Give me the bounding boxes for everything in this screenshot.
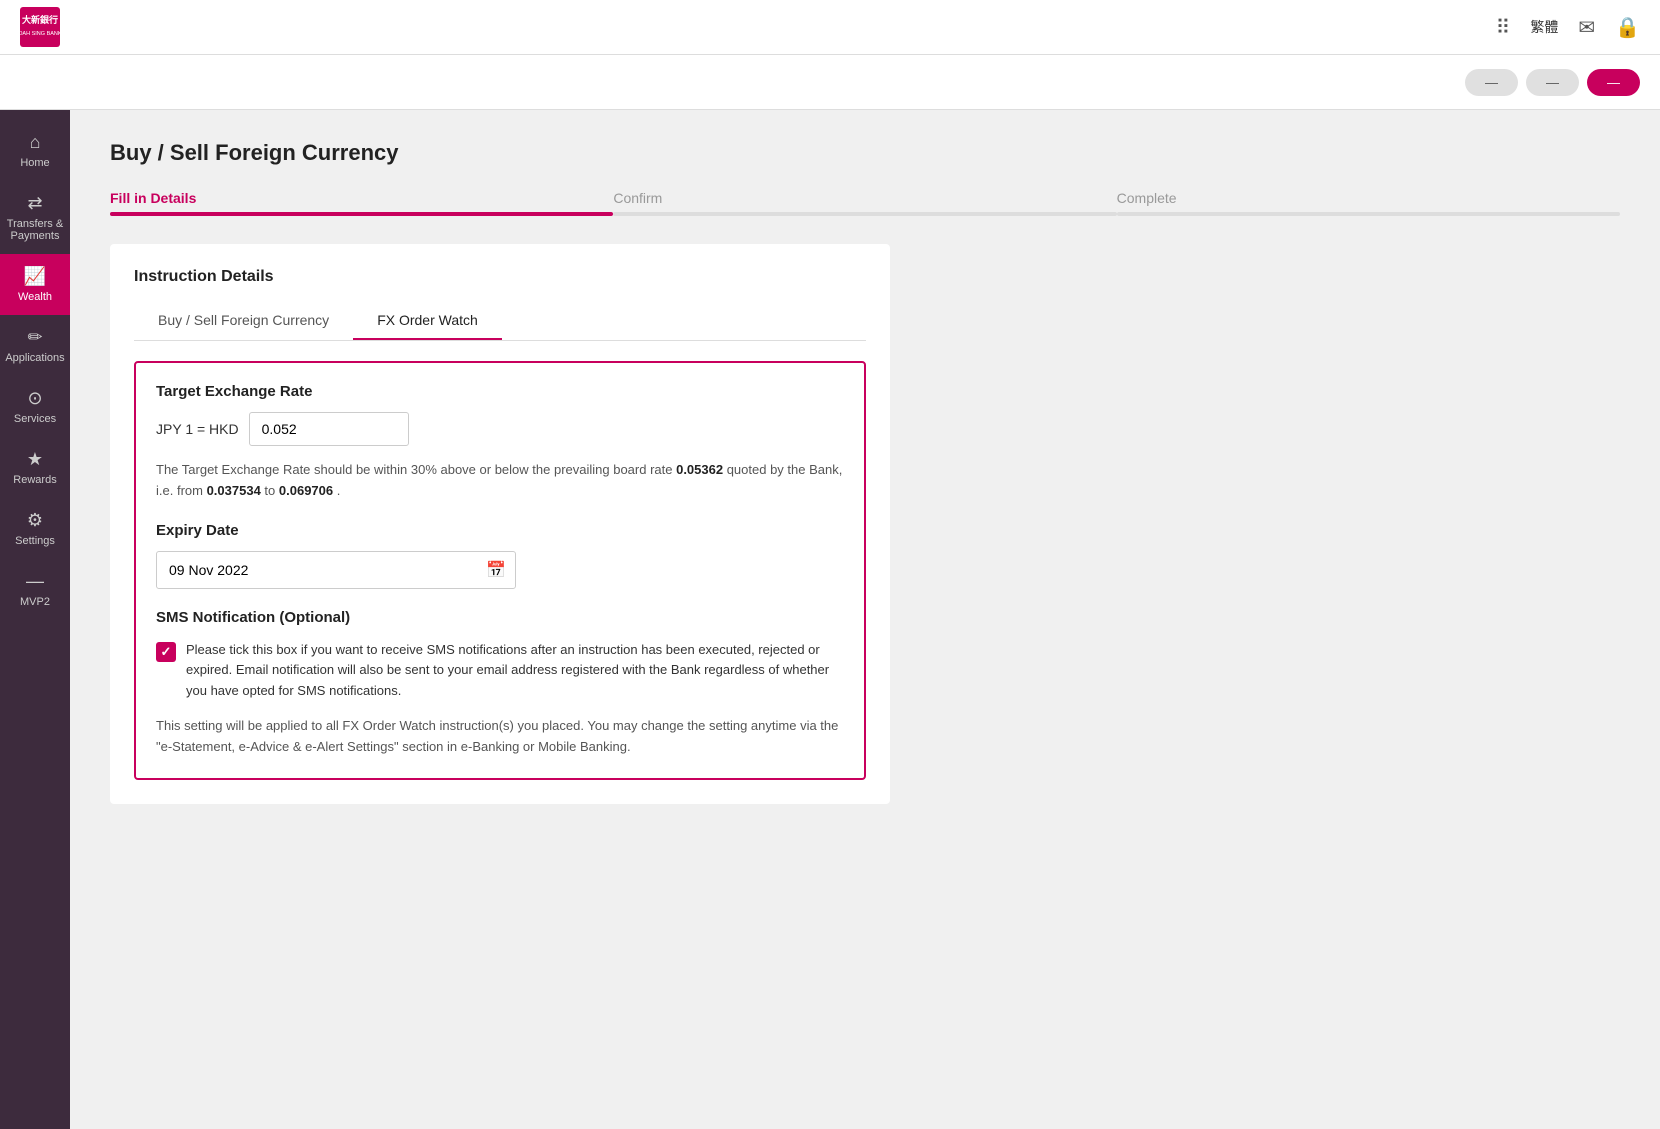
bank-logo: 大新銀行 DAH SING BANK [20, 7, 60, 47]
sidebar-item-rewards[interactable]: ★ Rewards [0, 437, 70, 498]
step-bar-2 [613, 212, 1116, 216]
svg-text:DAH SING BANK: DAH SING BANK [20, 31, 60, 37]
settings-icon: ⚙ [27, 510, 43, 531]
hint-text-before: The Target Exchange Rate should be withi… [156, 462, 676, 477]
tab-fx-order-watch[interactable]: FX Order Watch [353, 302, 502, 340]
sidebar-label-rewards: Rewards [13, 474, 56, 486]
tab-btn-3[interactable]: — [1587, 69, 1640, 96]
sidebar: ⌂ Home ⇄ Transfers & Payments 📈 Wealth ✏… [0, 110, 70, 1129]
tab-btn-2[interactable]: — [1526, 69, 1579, 96]
step-label-1: Fill in Details [110, 190, 196, 206]
language-button[interactable]: 繁體 [1530, 17, 1558, 37]
date-input-wrapper: 📅 [156, 551, 516, 589]
sidebar-item-home[interactable]: ⌂ Home [0, 120, 70, 181]
lock-icon[interactable]: 🔒 [1615, 15, 1640, 40]
mvp2-icon: — [26, 571, 44, 592]
app-header: 大新銀行 DAH SING BANK ⠿ 繁體 ✉ 🔒 [0, 0, 1660, 55]
apps-icon[interactable]: ⠿ [1496, 15, 1511, 40]
hint-to-text: to [261, 483, 279, 498]
instruction-details-label: Instruction Details [134, 268, 866, 286]
hint-board-rate: 0.05362 [676, 462, 723, 477]
page-title: Buy / Sell Foreign Currency [110, 140, 1620, 166]
step-bar-1 [110, 212, 613, 216]
step-confirm: Confirm [613, 190, 1116, 216]
progress-steps: Fill in Details Confirm Complete [110, 190, 1620, 216]
message-icon[interactable]: ✉ [1578, 15, 1595, 40]
sms-checkbox[interactable] [156, 642, 176, 662]
inner-tabs: Buy / Sell Foreign Currency FX Order Wat… [134, 302, 866, 341]
expiry-section: Expiry Date 📅 [156, 522, 844, 589]
step-fill-in-details: Fill in Details [110, 190, 613, 216]
step-bar-3 [1117, 212, 1620, 216]
hint-to: 0.069706 [279, 483, 333, 498]
hint-end: . [333, 483, 340, 498]
step-label-3: Complete [1117, 190, 1177, 206]
sidebar-item-applications[interactable]: ✏ Applications [0, 315, 70, 376]
tab-bar: — — — [0, 55, 1660, 110]
step-label-2: Confirm [613, 190, 662, 206]
sms-section: SMS Notification (Optional) Please tick … [156, 609, 844, 758]
rate-prefix: JPY 1 = HKD [156, 421, 239, 437]
tab-buy-sell[interactable]: Buy / Sell Foreign Currency [134, 302, 353, 340]
sms-title: SMS Notification (Optional) [156, 609, 844, 626]
expiry-label: Expiry Date [156, 522, 844, 539]
sms-checkbox-row: Please tick this box if you want to rece… [156, 640, 844, 702]
main-layout: ⌂ Home ⇄ Transfers & Payments 📈 Wealth ✏… [0, 110, 1660, 1129]
applications-icon: ✏ [27, 327, 42, 348]
home-icon: ⌂ [30, 132, 41, 153]
sidebar-item-services[interactable]: ⊙ Services [0, 376, 70, 437]
rewards-icon: ★ [27, 449, 43, 470]
sidebar-item-transfers[interactable]: ⇄ Transfers & Payments [0, 181, 70, 254]
hint-text: The Target Exchange Rate should be withi… [156, 460, 844, 502]
rate-row: JPY 1 = HKD [156, 412, 844, 446]
sms-checkbox-text: Please tick this box if you want to rece… [186, 640, 844, 702]
target-rate-label: Target Exchange Rate [156, 383, 844, 400]
fx-order-watch-box: Target Exchange Rate JPY 1 = HKD The Tar… [134, 361, 866, 780]
services-icon: ⊙ [27, 388, 42, 409]
expiry-date-input[interactable] [156, 551, 516, 589]
setting-note: This setting will be applied to all FX O… [156, 716, 844, 758]
rate-input[interactable] [249, 412, 409, 446]
sidebar-label-mvp2: MVP2 [20, 596, 50, 608]
tab-btn-1[interactable]: — [1465, 69, 1518, 96]
sidebar-label-applications: Applications [5, 352, 64, 364]
logo-area: 大新銀行 DAH SING BANK [20, 7, 60, 47]
sidebar-item-settings[interactable]: ⚙ Settings [0, 498, 70, 559]
sidebar-label-services: Services [14, 413, 56, 425]
transfers-icon: ⇄ [27, 193, 42, 214]
sidebar-label-home: Home [20, 157, 49, 169]
sidebar-label-settings: Settings [15, 535, 55, 547]
step-complete: Complete [1117, 190, 1620, 216]
sidebar-label-transfers: Transfers & Payments [4, 218, 66, 242]
sidebar-label-wealth: Wealth [18, 291, 52, 303]
sidebar-item-mvp2[interactable]: — MVP2 [0, 559, 70, 620]
instruction-card: Instruction Details Buy / Sell Foreign C… [110, 244, 890, 804]
main-content: Buy / Sell Foreign Currency Fill in Deta… [70, 110, 1660, 1129]
svg-text:大新銀行: 大新銀行 [22, 14, 58, 25]
wealth-icon: 📈 [24, 266, 46, 287]
sidebar-item-wealth[interactable]: 📈 Wealth [0, 254, 70, 315]
hint-from: 0.037534 [207, 483, 261, 498]
header-right: ⠿ 繁體 ✉ 🔒 [1496, 15, 1640, 40]
